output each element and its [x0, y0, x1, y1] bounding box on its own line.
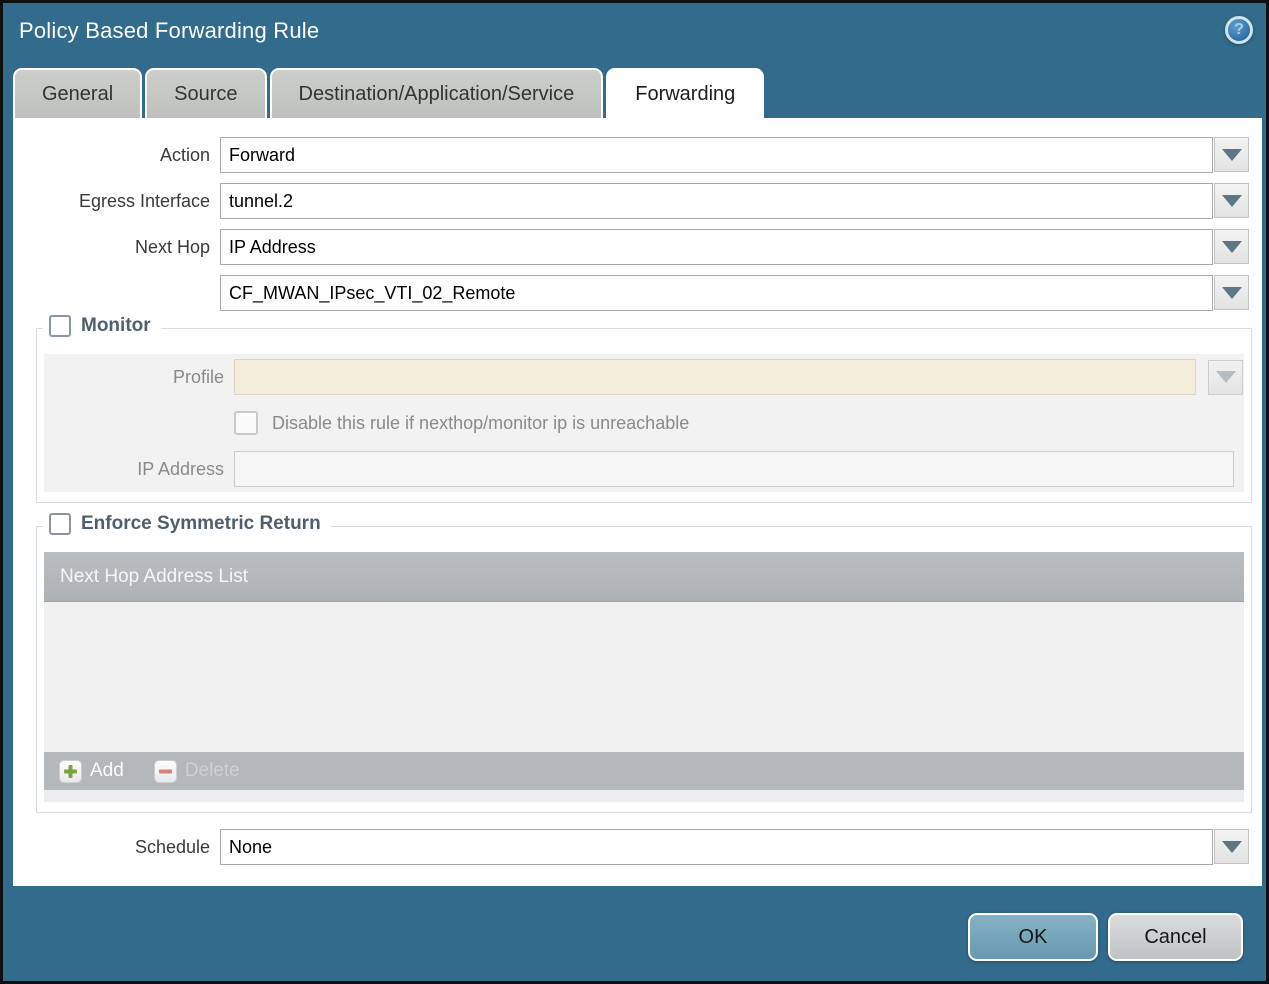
- symmetric-return-legend-label: Enforce Symmetric Return: [81, 513, 321, 534]
- egress-interface-row: Egress Interface: [13, 183, 1262, 219]
- symmetric-return-checkbox[interactable]: [49, 513, 71, 535]
- next-hop-row: Next Hop: [13, 229, 1262, 265]
- table-bottom-strip: [44, 790, 1244, 802]
- tab-forwarding[interactable]: Forwarding: [606, 68, 765, 118]
- plus-icon: [59, 759, 82, 783]
- schedule-input[interactable]: [220, 829, 1213, 865]
- monitor-ip-address-label: IP Address: [137, 458, 224, 479]
- next-hop-address-input[interactable]: [220, 275, 1213, 311]
- cancel-button[interactable]: Cancel: [1108, 913, 1243, 961]
- forwarding-tab-panel: Action Egress Interface Next Hop: [13, 118, 1262, 886]
- chevron-down-icon: [1215, 371, 1236, 383]
- next-hop-label: Next Hop: [134, 237, 210, 257]
- next-hop-address-row: [13, 275, 1262, 311]
- next-hop-address-list-body: [44, 602, 1244, 752]
- delete-button: Delete: [153, 759, 240, 783]
- chevron-down-icon: [1221, 286, 1242, 299]
- next-hop-address-dropdown-button[interactable]: [1214, 275, 1249, 310]
- delete-button-label: Delete: [184, 760, 240, 781]
- chevron-down-icon: [1221, 240, 1242, 253]
- monitor-legend: Monitor: [43, 315, 161, 337]
- disable-rule-row: Disable this rule if nexthop/monitor ip …: [44, 405, 1236, 441]
- egress-interface-dropdown-button[interactable]: [1214, 183, 1249, 218]
- next-hop-dropdown-button[interactable]: [1214, 229, 1249, 264]
- tab-source[interactable]: Source: [145, 68, 267, 118]
- ok-button[interactable]: OK: [968, 913, 1098, 961]
- action-dropdown-button[interactable]: [1214, 137, 1249, 172]
- next-hop-address-list-table: Next Hop Address List Add Delete: [44, 552, 1244, 802]
- action-label: Action: [159, 145, 210, 165]
- minus-icon: [153, 759, 177, 783]
- disable-rule-checkbox: [234, 411, 258, 435]
- monitor-ip-address-field-disabled: [234, 451, 1234, 487]
- tab-destination-application-service[interactable]: Destination/Application/Service: [269, 68, 604, 118]
- action-row: Action: [13, 137, 1262, 173]
- tab-bar: General Source Destination/Application/S…: [13, 68, 765, 118]
- monitor-group: Monitor Profile Disable this rule if nex…: [36, 315, 1252, 503]
- disable-rule-label: Disable this rule if nexthop/monitor ip …: [272, 412, 690, 433]
- next-hop-type-input[interactable]: [220, 229, 1213, 265]
- profile-row: Profile: [44, 359, 1243, 395]
- tab-general[interactable]: General: [13, 68, 143, 118]
- egress-interface-label: Egress Interface: [78, 191, 210, 211]
- monitor-checkbox[interactable]: [49, 315, 71, 337]
- profile-label: Profile: [172, 366, 224, 387]
- policy-based-forwarding-dialog: Policy Based Forwarding Rule ? General S…: [0, 0, 1269, 984]
- profile-field-disabled: [234, 359, 1196, 395]
- profile-dropdown-button: [1208, 359, 1243, 395]
- schedule-label: Schedule: [134, 837, 210, 857]
- help-icon[interactable]: ?: [1225, 16, 1253, 44]
- next-hop-address-list-toolbar: Add Delete: [44, 752, 1244, 790]
- action-input[interactable]: [220, 137, 1213, 173]
- monitor-ip-address-row: IP Address: [44, 451, 1236, 487]
- schedule-dropdown-button[interactable]: [1214, 829, 1249, 864]
- chevron-down-icon: [1221, 194, 1242, 207]
- chevron-down-icon: [1221, 148, 1242, 161]
- add-button[interactable]: Add: [59, 759, 124, 783]
- symmetric-return-legend: Enforce Symmetric Return: [43, 513, 331, 535]
- symmetric-return-group: Enforce Symmetric Return Next Hop Addres…: [36, 513, 1252, 813]
- egress-interface-input[interactable]: [220, 183, 1213, 219]
- schedule-row: Schedule: [13, 829, 1262, 865]
- add-button-label: Add: [90, 760, 124, 781]
- next-hop-address-list-header: Next Hop Address List: [44, 552, 1244, 602]
- monitor-legend-label: Monitor: [81, 315, 151, 336]
- chevron-down-icon: [1221, 840, 1242, 853]
- dialog-title: Policy Based Forwarding Rule: [19, 18, 320, 43]
- monitor-fields: Profile Disable this rule if nexthop/mon…: [44, 354, 1244, 492]
